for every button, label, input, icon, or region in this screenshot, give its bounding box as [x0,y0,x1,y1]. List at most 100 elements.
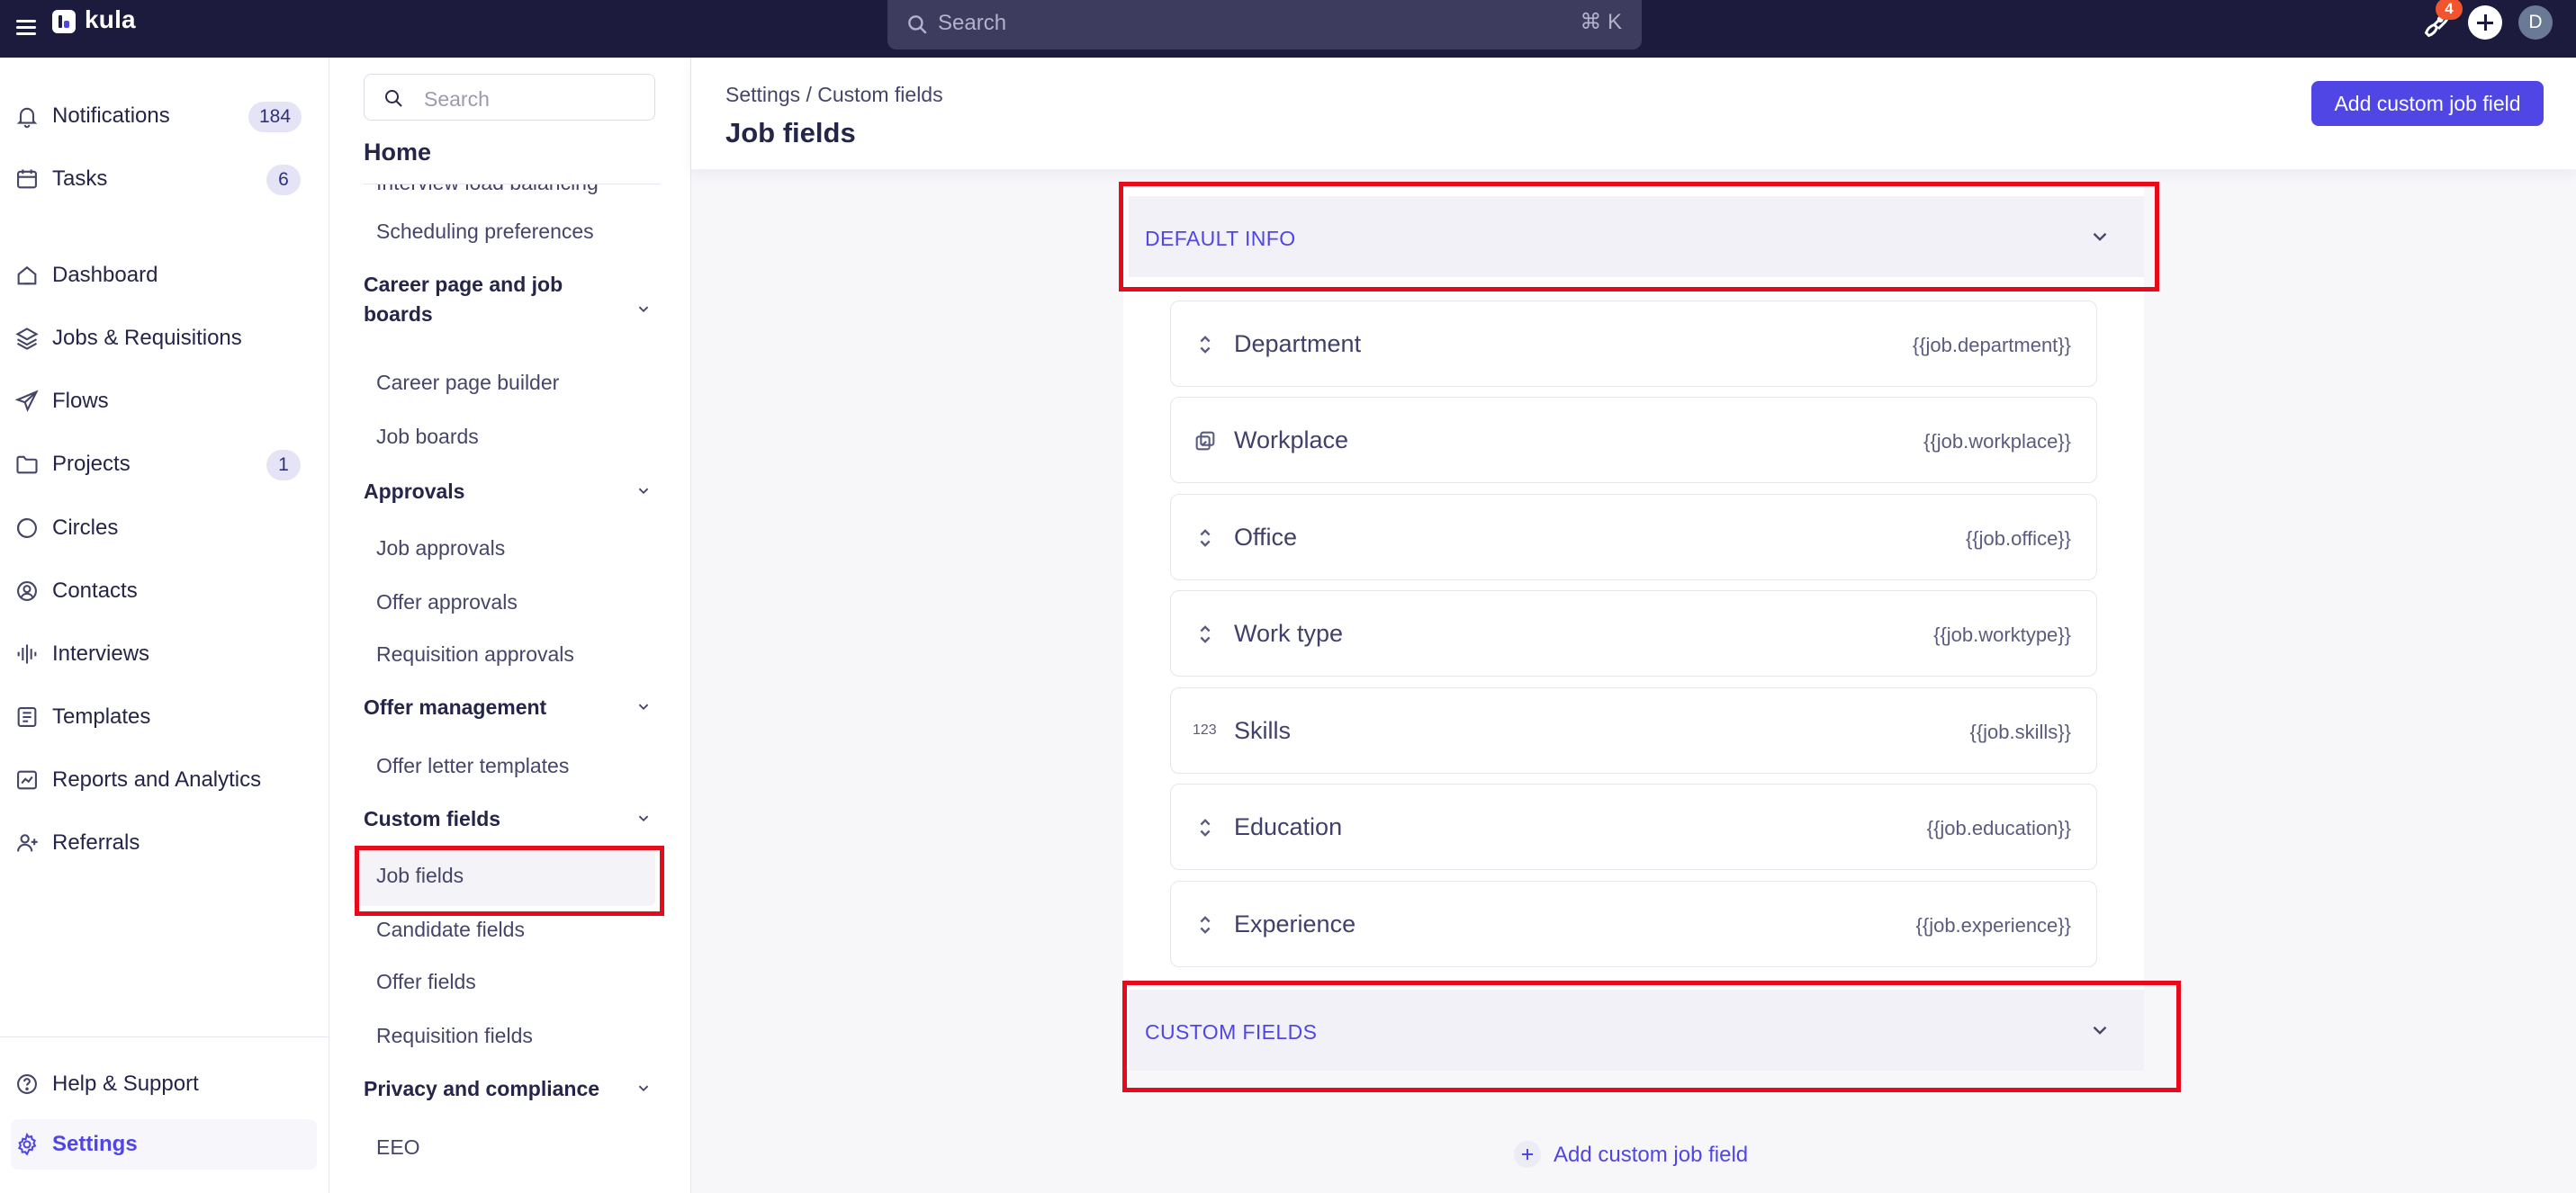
help-icon [17,1074,37,1094]
nav-item-reports[interactable]: Reports and Analytics [11,755,317,805]
nav-item-settings[interactable]: Settings [11,1119,317,1170]
add-custom-job-field-button[interactable]: Add custom job field [2311,81,2544,126]
field-name: Work type [1234,620,1344,647]
document-icon [17,707,37,727]
subnav-item-eeo[interactable]: EEO [376,1135,420,1160]
nav-item-tasks[interactable]: Tasks 6 [11,154,317,204]
subnav-item-job-boards[interactable]: Job boards [376,425,479,449]
subnav-home[interactable]: Home [364,139,431,166]
subnav-item-offer-approvals[interactable]: Offer approvals [376,590,518,614]
subnav-item-job-approvals[interactable]: Job approvals [376,536,505,561]
tasks-count: 6 [266,165,301,195]
nav-label: Tasks [52,166,108,191]
search-shortcut: ⌘ K [1580,10,1622,34]
field-name: Workplace [1234,426,1349,453]
field-row-office[interactable]: Office {{job.office}} [1170,494,2097,580]
subnav-item-scheduling-preferences[interactable]: Scheduling preferences [376,220,594,244]
chevron-down-icon[interactable] [634,299,653,318]
field-token: {{job.skills}} [1969,721,2071,743]
subnav-item-offer-fields[interactable]: Offer fields [376,970,476,994]
page-header: Settings / Custom fields Job fields Add … [691,58,2576,169]
page-title: Job fields [725,117,856,148]
chart-icon [17,770,37,790]
select-icon [1200,625,1211,643]
nav-divider [0,1036,329,1037]
subnav-item-career-page-builder[interactable]: Career page builder [376,371,559,395]
layers-icon [15,327,39,350]
nav-item-dashboard[interactable]: Dashboard [11,250,317,300]
nav-label: Reports and Analytics [52,767,262,792]
subnav-item-requisition-fields[interactable]: Requisition fields [376,1024,533,1048]
field-name: Skills [1234,717,1292,744]
plus-icon [1514,1141,1541,1168]
chevron-down-icon[interactable] [634,808,653,828]
field-token: {{job.department}} [1912,334,2071,356]
field-token: {{job.experience}} [1915,914,2072,937]
calendar-icon [17,169,37,189]
send-icon [14,390,39,413]
subnav-group-career-page[interactable]: Career page and job boards [364,270,625,329]
bell-icon [16,107,38,129]
field-token: {{job.office}} [1965,527,2071,550]
nav-label: Circles [52,516,119,540]
highlight-box-custom-fields [1122,981,2181,1092]
breadcrumb[interactable]: Settings / Custom fields [725,83,943,107]
subnav-group-offer-management[interactable]: Offer management [364,693,625,722]
add-link-label: Add custom job field [1554,1143,1749,1167]
search-placeholder: Search [938,11,1007,35]
app-name: kula [85,5,136,33]
nav-item-contacts[interactable]: Contacts [11,566,317,616]
subnav-scroll-area: Interview load balancing Scheduling pref… [329,184,690,1193]
subnav-item-offer-letter-templates[interactable]: Offer letter templates [376,754,569,778]
select-icon [1200,916,1211,934]
subnav-group-approvals[interactable]: Approvals [364,477,625,507]
field-row-experience[interactable]: Experience {{job.experience}} [1170,881,2097,967]
nav-item-circles[interactable]: Circles [11,503,317,553]
multi-select-icon [1195,431,1215,451]
select-icon [1200,336,1211,354]
menu-icon[interactable] [11,11,43,43]
nav-item-interviews[interactable]: Interviews [11,629,317,679]
chevron-down-icon[interactable] [634,480,653,500]
subnav-item-requisition-approvals[interactable]: Requisition approvals [376,642,574,667]
nav-item-templates[interactable]: Templates [11,692,317,742]
nav-item-jobs[interactable]: Jobs & Requisitions [11,313,317,363]
nav-item-notifications[interactable]: Notifications 184 [11,91,317,141]
global-search[interactable]: Search ⌘ K [887,0,1642,49]
field-row-department[interactable]: Department {{job.department}} [1170,300,2097,387]
nav-item-referrals[interactable]: Referrals [11,818,317,868]
nav-label: Help & Support [52,1072,199,1096]
notification-badge: 4 [2436,0,2463,20]
nav-label: Projects [52,452,131,476]
field-row-work-type[interactable]: Work type {{job.worktype}} [1170,590,2097,677]
field-name: Experience [1234,910,1356,937]
user-avatar[interactable]: D [2518,5,2553,40]
user-plus-icon [17,834,38,852]
chevron-down-icon[interactable] [634,1078,653,1098]
nav-item-flows[interactable]: Flows [11,376,317,426]
select-icon [1200,529,1211,547]
nav-label: Flows [52,389,109,413]
field-row-skills[interactable]: 123 Skills {{job.skills}} [1170,687,2097,774]
field-row-education[interactable]: Education {{job.education}} [1170,784,2097,870]
subnav-item-candidate-fields[interactable]: Candidate fields [376,918,525,942]
nav-label: Dashboard [52,263,158,287]
kula-logo-icon [52,10,76,33]
nav-label: Referrals [52,830,140,855]
settings-search-input[interactable]: Search [364,74,655,121]
nav-item-help[interactable]: Help & Support [11,1059,317,1109]
field-row-workplace[interactable]: Workplace {{job.workplace}} [1170,397,2097,483]
nav-label: Settings [52,1132,138,1156]
highlight-box-default-info [1119,182,2159,292]
number-icon: 123 [1193,722,1217,738]
subnav-group-custom-fields[interactable]: Custom fields [364,804,625,834]
field-name: Education [1234,813,1343,840]
home-icon [17,265,37,285]
create-new-icon[interactable] [2468,5,2502,40]
chevron-down-icon[interactable] [634,696,653,716]
subnav-item-interview-load-balancing[interactable]: Interview load balancing [376,184,599,195]
nav-item-projects[interactable]: Projects 1 [11,439,317,489]
top-bar: kula Search ⌘ K 4 D [0,0,2576,58]
settings-subnav: Search Home Interview load balancing Sch… [329,58,691,1193]
subnav-group-privacy[interactable]: Privacy and compliance [364,1074,625,1104]
